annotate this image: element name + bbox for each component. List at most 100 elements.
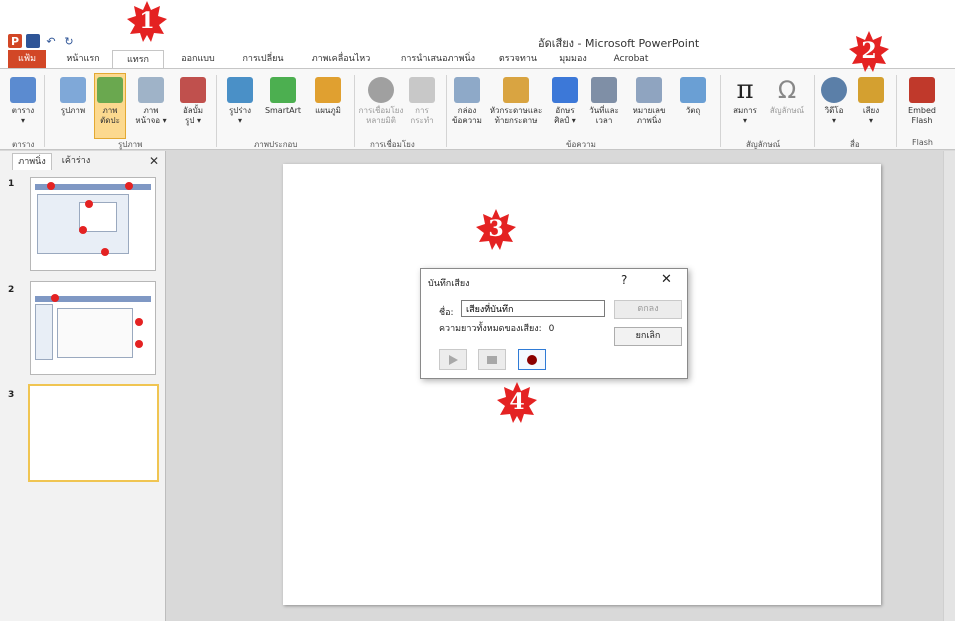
vertical-scrollbar[interactable] [943, 151, 955, 621]
slide-number-label: 3 [8, 390, 15, 400]
tab-review[interactable]: ตรวจทาน [492, 50, 544, 69]
tab-transitions[interactable]: การเปลี่ยน [232, 50, 294, 69]
audio-button[interactable]: เสียง ▾ [856, 77, 886, 126]
total-length-text: ความยาวทั้งหมดของเสียง: 0 [439, 321, 554, 335]
powerpoint-logo-icon: P [8, 34, 22, 48]
picture-icon [60, 77, 86, 103]
thumb-marker [79, 226, 87, 234]
action-button[interactable]: การ กระทำ [406, 77, 438, 126]
object-button[interactable]: วัตถุ [676, 77, 710, 116]
wordart-button[interactable]: อักษร ศิลป์ ▾ [548, 77, 582, 126]
tab-file[interactable]: แฟ้ม [8, 50, 46, 69]
stop-button[interactable] [478, 349, 506, 370]
action-icon [409, 77, 435, 103]
audio-icon [858, 77, 884, 103]
photo-album-button[interactable]: อัลบั้ม รูป ▾ [176, 77, 210, 126]
slide-number-label: 2 [8, 285, 15, 295]
thumb-marker [51, 294, 59, 302]
picture-button[interactable]: รูปภาพ [56, 77, 90, 116]
clipart-icon [97, 77, 123, 103]
record-icon [527, 354, 537, 365]
tab-design[interactable]: ออกแบบ [170, 50, 226, 69]
smartart-icon [270, 77, 296, 103]
name-label: ชื่อ: [439, 308, 454, 318]
total-length-label: ความยาวทั้งหมดของเสียง: [439, 324, 542, 334]
save-icon[interactable] [26, 34, 40, 48]
screenshot-icon [138, 77, 164, 103]
shapes-icon [227, 77, 253, 103]
dialog-title: บันทึกเสียง [428, 279, 470, 289]
equation-button[interactable]: π สมการ ▾ [728, 77, 762, 126]
callout-badge-3: 3 [475, 208, 517, 250]
hyperlink-button[interactable]: การเชื่อมโยง หลายมิติ [358, 77, 404, 126]
tab-insert[interactable]: แทรก [112, 50, 164, 69]
slide-number-label: 1 [8, 179, 15, 189]
header-footer-button[interactable]: หัวกระดาษและ ท้ายกระดาษ [486, 77, 546, 126]
table-icon [10, 77, 36, 103]
photo-album-icon [180, 77, 206, 103]
undo-icon[interactable]: ↶ [44, 34, 58, 48]
table-button[interactable]: ตาราง ▾ [8, 77, 38, 126]
tab-slides[interactable]: ภาพนิ่ง [12, 153, 52, 170]
slide-number-button[interactable]: หมายเลข ภาพนิ่ง [626, 77, 672, 126]
embed-flash-button[interactable]: Embed Flash [902, 77, 942, 126]
ribbon-tabs: แฟ้ม หน้าแรก แทรก ออกแบบ การเปลี่ยน ภาพเ… [0, 50, 955, 69]
thumb-marker [125, 182, 133, 190]
record-sound-dialog: บันทึกเสียง ? ✕ ชื่อ: ความยาวทั้งหมดของเ… [420, 268, 688, 379]
tab-animations[interactable]: ภาพเคลื่อนไหว [300, 50, 382, 69]
video-icon [821, 77, 847, 103]
chart-button[interactable]: แผนภูมิ [308, 77, 348, 116]
symbol-button[interactable]: Ω สัญลักษณ์ [764, 77, 810, 116]
thumb-sidebar [35, 304, 53, 360]
tab-view[interactable]: มุมมอง [548, 50, 598, 69]
play-icon [449, 354, 458, 365]
date-time-button[interactable]: วันที่และ เวลา [584, 77, 624, 126]
play-button[interactable] [439, 349, 467, 370]
callout-badge-1: 1 [126, 0, 168, 42]
textbox-icon [454, 77, 480, 103]
sound-name-input[interactable] [461, 300, 605, 317]
slide-thumbnail-3[interactable] [28, 384, 159, 482]
record-button[interactable] [518, 349, 546, 370]
hyperlink-icon [368, 77, 394, 103]
group-divider [44, 75, 45, 147]
slide-canvas[interactable] [283, 164, 881, 605]
slides-panel: ภาพนิ่ง เค้าร่าง ✕ 1 2 3 [0, 151, 166, 621]
smartart-button[interactable]: SmartArt [260, 77, 306, 116]
tab-slideshow[interactable]: การนำเสนอภาพนิ่ง [390, 50, 486, 69]
equation-icon: π [736, 75, 754, 105]
stop-icon [487, 355, 497, 364]
shapes-button[interactable]: รูปร่าง ▾ [222, 77, 258, 126]
date-time-icon [591, 77, 617, 103]
close-panel-icon[interactable]: ✕ [148, 153, 160, 170]
total-length-value: 0 [548, 324, 555, 334]
help-icon[interactable]: ? [621, 273, 627, 287]
flash-icon [909, 77, 935, 103]
thumb-marker [85, 200, 93, 208]
video-button[interactable]: วิดีโอ ▾ [818, 77, 850, 126]
slide-thumbnail-1[interactable] [30, 177, 156, 271]
close-icon[interactable]: ✕ [661, 272, 672, 287]
group-divider [896, 75, 897, 147]
object-icon [680, 77, 706, 103]
group-label-flash: Flash [912, 138, 933, 147]
group-divider [720, 75, 721, 147]
thumb-marker [47, 182, 55, 190]
redo-icon[interactable]: ↻ [62, 34, 76, 48]
cancel-button[interactable]: ยกเลิก [614, 327, 682, 346]
slide-thumbnail-2[interactable] [30, 281, 156, 375]
quick-access-toolbar: P ↶ ↻ [8, 34, 76, 48]
tab-acrobat[interactable]: Acrobat [604, 50, 658, 69]
tab-outline[interactable]: เค้าร่าง [56, 153, 96, 170]
symbol-icon: Ω [777, 76, 797, 104]
ok-button[interactable]: ตกลง [614, 300, 682, 319]
ribbon: ตาราง ▾ รูปภาพ ภาพ ตัดปะ ภาพ หน้าจอ ▾ อั… [0, 68, 955, 150]
clipart-button[interactable]: ภาพ ตัดปะ [94, 73, 126, 139]
header-footer-icon [503, 77, 529, 103]
thumb-slide [57, 308, 133, 358]
textbox-button[interactable]: กล่อง ข้อความ [450, 77, 484, 126]
screenshot-button[interactable]: ภาพ หน้าจอ ▾ [130, 77, 172, 126]
tab-home[interactable]: หน้าแรก [58, 50, 108, 69]
callout-badge-2: 2 [848, 30, 890, 72]
slide-number-icon [636, 77, 662, 103]
